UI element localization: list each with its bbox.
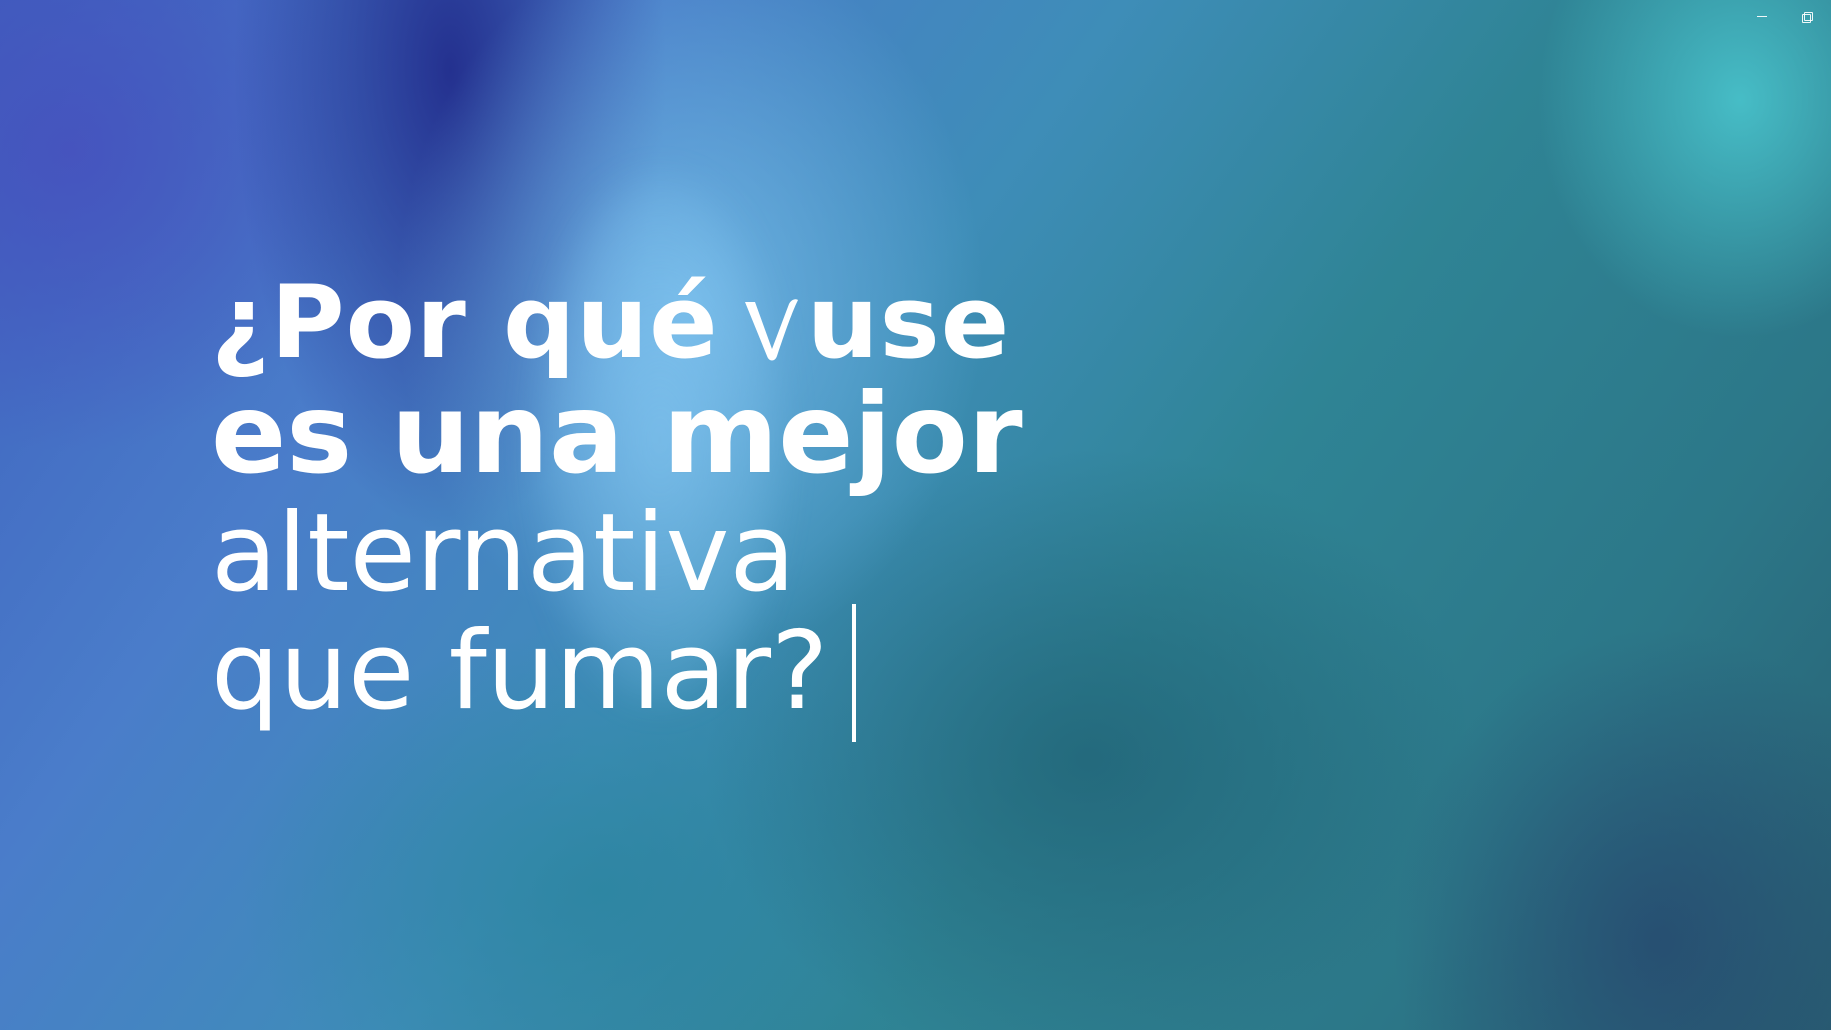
headline: ¿Por qué use es una mejor alternativa qu… [211,256,1023,742]
minimize-button[interactable] [1749,7,1775,25]
headline-line-4-text: que fumar? [211,609,829,734]
minimize-icon [1757,15,1767,17]
headline-line-2: es una mejor [211,370,1023,499]
headline-line-4: que fumar? [211,604,1023,742]
headline-prefix: ¿Por qué [211,263,719,381]
slide-canvas: ¿Por qué use es una mejor alternativa qu… [0,0,1831,1030]
headline-line-3: alternativa [211,491,796,616]
headline-line-1: ¿Por qué use [211,256,1023,373]
brand-wordmark: use [806,263,1011,381]
brand-logo: use [741,272,1011,373]
restore-icon [1801,11,1813,23]
text-cursor [852,604,857,742]
restore-button[interactable] [1793,7,1819,25]
window-controls [1749,7,1819,25]
vuse-v-icon [744,299,798,361]
